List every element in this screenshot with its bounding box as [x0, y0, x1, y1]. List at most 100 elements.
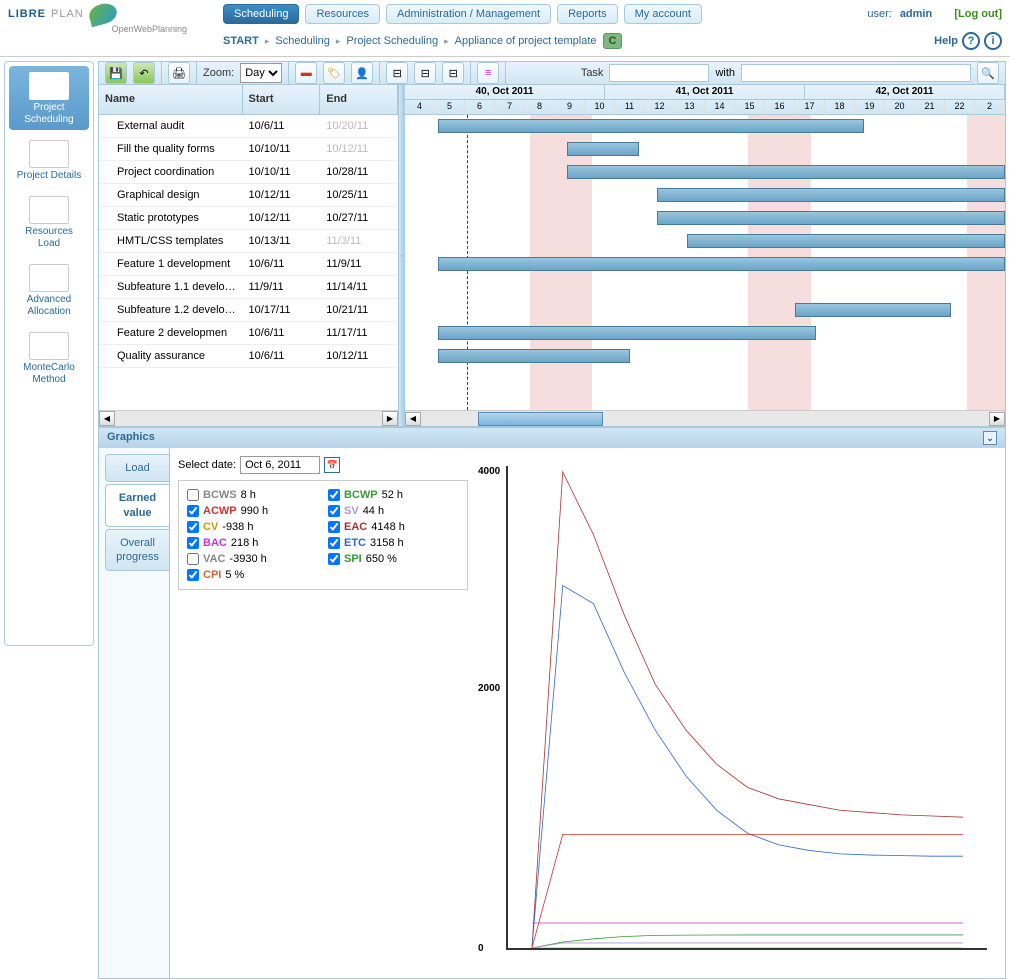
week-header: 41, Oct 2011 — [605, 85, 805, 100]
legend-item-vac[interactable]: VAC -3930 h — [187, 553, 318, 565]
gantt-row — [405, 138, 1005, 161]
gantt-bar[interactable] — [687, 234, 1005, 248]
task-row[interactable]: Feature 1 development10/6/1111/9/11 — [99, 253, 398, 276]
gantt-row — [405, 161, 1005, 184]
column-end[interactable]: End — [320, 85, 398, 114]
nav-tab-scheduling[interactable]: Scheduling — [223, 4, 299, 24]
task-row[interactable]: Graphical design10/12/1110/25/11 — [99, 184, 398, 207]
tag-icon[interactable]: 🏷 — [323, 62, 345, 84]
column-start[interactable]: Start — [243, 85, 321, 114]
search-icon[interactable]: 🔍 — [977, 62, 999, 84]
breadcrumb-item[interactable]: Scheduling — [275, 35, 329, 47]
gantt-bar[interactable] — [657, 211, 1005, 225]
save-icon[interactable]: 💾 — [105, 62, 127, 84]
gantt-bar[interactable] — [438, 257, 1005, 271]
critical-path-icon[interactable]: ▬ — [295, 62, 317, 84]
legend-item-cv[interactable]: CV -938 h — [187, 521, 318, 533]
task-row[interactable]: Static prototypes10/12/1110/27/11 — [99, 207, 398, 230]
gantt-row — [405, 299, 1005, 322]
sidebar-item-project-details[interactable]: Project Details — [9, 134, 89, 186]
graphics-title: Graphics — [107, 431, 155, 445]
legend-item-acwp[interactable]: ACWP 990 h — [187, 505, 318, 517]
select-date-input[interactable] — [240, 456, 320, 474]
collapse-icon[interactable]: ⊟ — [414, 62, 436, 84]
select-date-label: Select date: — [178, 459, 236, 471]
task-row[interactable]: Project coordination10/10/1110/28/11 — [99, 161, 398, 184]
help-icon[interactable]: ? — [962, 32, 980, 50]
day-header: 12 — [645, 100, 675, 115]
task-row[interactable]: Feature 2 developmen10/6/1111/17/11 — [99, 322, 398, 345]
scrollbar-thumb[interactable] — [478, 412, 603, 426]
calendar-icon[interactable]: 📅 — [324, 457, 340, 473]
legend-item-bac[interactable]: BAC 218 h — [187, 537, 318, 549]
gantt-row — [405, 276, 1005, 299]
app-logo: LIBREPLAN OpenWebPlanning — [0, 0, 215, 38]
gantt-bar[interactable] — [567, 165, 1005, 179]
print-icon[interactable]: 🖨 — [168, 62, 190, 84]
day-header: 2 — [975, 100, 1005, 115]
toolbar: 💾 ↶ 🖨 Zoom: Day ▬ 🏷 👤 ⊟ ⊟ ⊟ ≡ Task with … — [98, 61, 1006, 85]
column-name[interactable]: Name — [99, 85, 243, 114]
graphics-tab-overall-progress[interactable]: Overall progress — [105, 529, 169, 572]
gantt-bar[interactable] — [657, 188, 1005, 202]
task-row[interactable]: Fill the quality forms10/10/1110/12/11 — [99, 138, 398, 161]
graphics-tab-earned-value[interactable]: Earned value — [105, 484, 169, 527]
earned-value-chart: 4000 2000 0 — [506, 466, 987, 950]
resources-icon[interactable]: 👤 — [351, 62, 373, 84]
task-horizontal-scrollbar[interactable]: ◀▶ — [99, 410, 398, 426]
flatten-icon[interactable]: ⊟ — [442, 62, 464, 84]
expand-icon[interactable]: ⊟ — [386, 62, 408, 84]
breadcrumb-item[interactable]: Project Scheduling — [346, 35, 438, 47]
task-filter-input[interactable] — [609, 64, 709, 82]
nav-tab-reports[interactable]: Reports — [557, 4, 618, 24]
reload-icon[interactable]: ≡ — [477, 62, 499, 84]
graphics-tab-load[interactable]: Load — [105, 454, 169, 482]
gantt-bar[interactable] — [438, 349, 630, 363]
user-label: user: — [867, 8, 891, 20]
day-header: 14 — [705, 100, 735, 115]
task-row[interactable]: HMTL/CSS templates10/13/1111/3/11 — [99, 230, 398, 253]
nav-tab-resources[interactable]: Resources — [305, 4, 380, 24]
sidebar-item-advanced-allocation[interactable]: Advanced Allocation — [9, 258, 89, 322]
gantt-bar[interactable] — [438, 326, 816, 340]
sidebar-icon — [29, 332, 69, 360]
day-header: 18 — [825, 100, 855, 115]
day-header: 19 — [855, 100, 885, 115]
sidebar: Project SchedulingProject DetailsResourc… — [4, 61, 94, 646]
zoom-select[interactable]: Day — [240, 63, 282, 83]
gantt-bar[interactable] — [567, 142, 639, 156]
sidebar-item-project-scheduling[interactable]: Project Scheduling — [9, 66, 89, 130]
legend-item-eac[interactable]: EAC 4148 h — [328, 521, 459, 533]
gantt-bar[interactable] — [438, 119, 864, 133]
undo-icon[interactable]: ↶ — [133, 62, 155, 84]
sidebar-item-resources-load[interactable]: Resources Load — [9, 190, 89, 254]
logout-link[interactable]: [Log out] — [954, 8, 1002, 20]
day-header: 17 — [795, 100, 825, 115]
breadcrumb-start[interactable]: START — [223, 35, 259, 47]
task-row[interactable]: Subfeature 1.1 development11/9/1111/14/1… — [99, 276, 398, 299]
legend-item-sv[interactable]: SV 44 h — [328, 505, 459, 517]
task-row[interactable]: Subfeature 1.2 development10/17/1110/21/… — [99, 299, 398, 322]
gantt-bar[interactable] — [795, 303, 951, 317]
help-link[interactable]: Help — [934, 35, 958, 47]
legend-item-spi[interactable]: SPI 650 % — [328, 553, 459, 565]
task-row[interactable]: Quality assurance10/6/1110/12/11 — [99, 345, 398, 368]
task-row[interactable]: External audit10/6/1110/20/11 — [99, 115, 398, 138]
nav-tab-administration-management[interactable]: Administration / Management — [386, 4, 551, 24]
breadcrumb-item[interactable]: Appliance of project template — [455, 35, 597, 47]
day-header: 9 — [555, 100, 585, 115]
with-filter-input[interactable] — [741, 64, 971, 82]
legend-item-etc[interactable]: ETC 3158 h — [328, 537, 459, 549]
info-icon[interactable]: i — [984, 32, 1002, 50]
week-header: 40, Oct 2011 — [405, 85, 605, 100]
legend-item-cpi[interactable]: CPI 5 % — [187, 569, 318, 581]
nav-tab-my-account[interactable]: My account — [624, 4, 702, 24]
collapse-icon[interactable]: ⌄ — [983, 431, 997, 445]
legend-item-bcws[interactable]: BCWS 8 h — [187, 489, 318, 501]
gantt-row — [405, 253, 1005, 276]
day-header: 11 — [615, 100, 645, 115]
day-header: 6 — [465, 100, 495, 115]
sidebar-item-montecarlo-method[interactable]: MonteCarlo Method — [9, 326, 89, 390]
gantt-horizontal-scrollbar[interactable]: ◀ ▶ — [405, 410, 1005, 426]
legend-item-bcwp[interactable]: BCWP 52 h — [328, 489, 459, 501]
